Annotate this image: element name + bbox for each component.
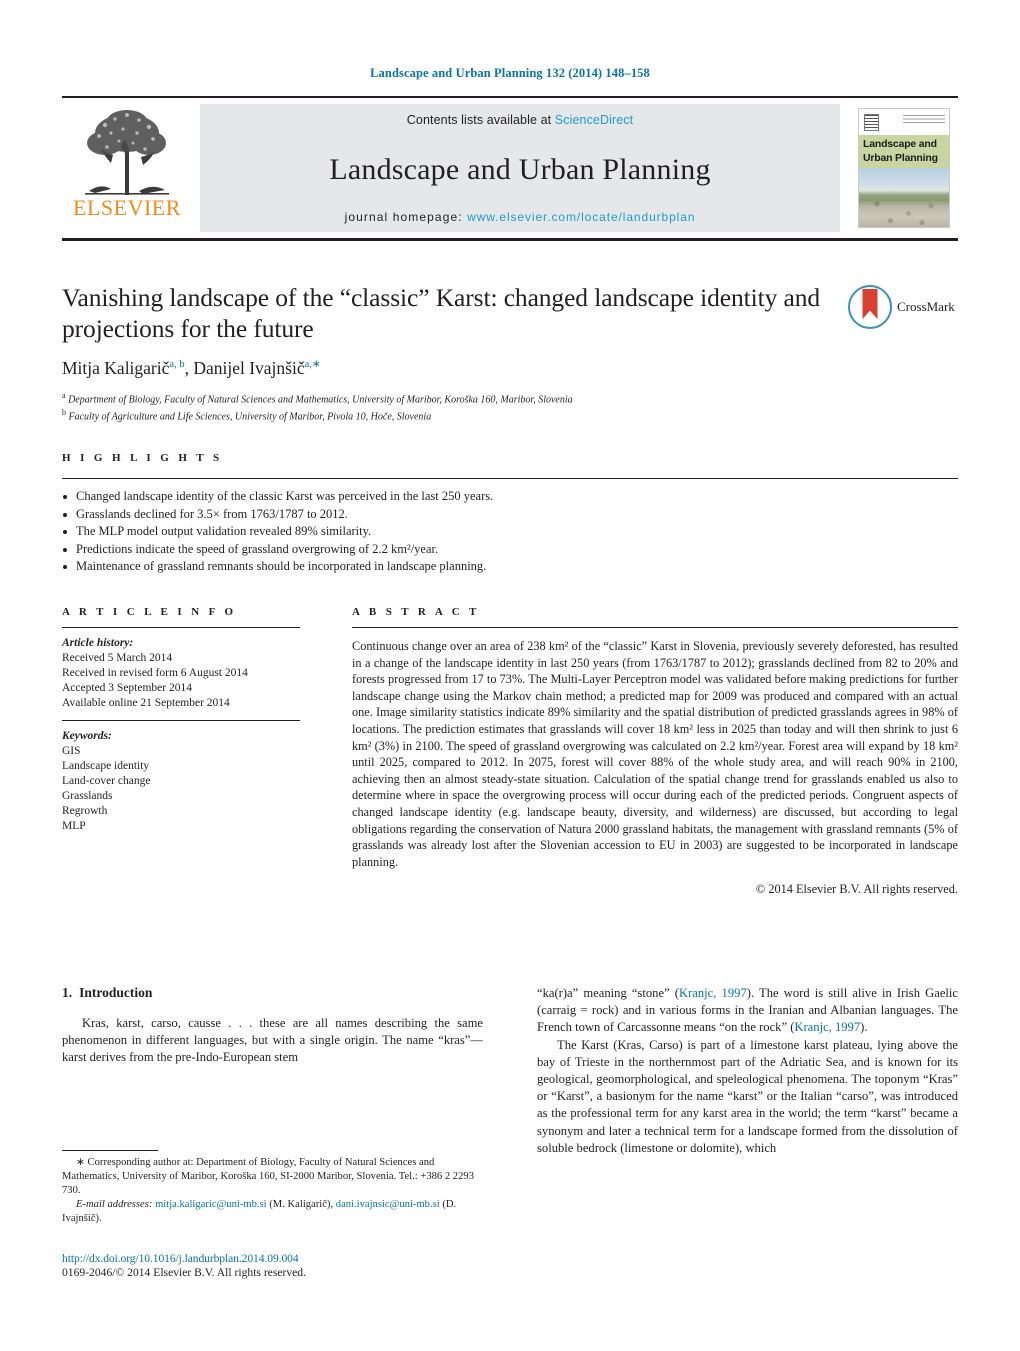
highlights-divider <box>62 478 958 479</box>
footnote-marker: ∗ <box>76 1157 85 1168</box>
elsevier-tree-icon <box>85 110 169 195</box>
affiliation-b: b Faculty of Agriculture and Life Scienc… <box>62 406 958 423</box>
highlights-heading: H I G H L I G H T S <box>62 452 223 464</box>
abstract-section: A B S T R A C T Continuous change over a… <box>352 606 958 897</box>
keywords-block: Keywords: GIS Landscape identity Land-co… <box>62 729 300 834</box>
article-history-label: Article history: <box>62 637 134 649</box>
article-info-divider-top <box>62 627 300 628</box>
cover-title-line-2: Urban Planning <box>863 152 938 164</box>
journal-homepage-line: journal homepage: www.elsevier.com/locat… <box>345 210 696 224</box>
column-gap <box>483 985 537 1157</box>
crossmark-badge-group[interactable]: CrossMark <box>848 284 958 330</box>
section-number: 1. <box>62 985 73 1000</box>
body-columns: 1. Introduction Kras, karst, carso, causs… <box>62 985 958 1157</box>
citation-link[interactable]: Kranjc, 1997 <box>794 1020 860 1034</box>
article-history-item: Accepted 3 September 2014 <box>62 682 192 694</box>
keyword-item: Grasslands <box>62 790 113 802</box>
article-info-heading: A R T I C L E I N F O <box>62 606 237 618</box>
list-item: Grasslands declined for 3.5× from 1763/1… <box>62 506 958 524</box>
article-info-section: A R T I C L E I N F O Article history: R… <box>62 606 300 897</box>
keyword-item: Land-cover change <box>62 775 151 787</box>
paragraph: Kras, karst, carso, causse . . . these a… <box>62 1016 483 1065</box>
list-item: Changed landscape identity of the classi… <box>62 488 958 506</box>
keyword-item: GIS <box>62 745 81 757</box>
sciencedirect-link[interactable]: ScienceDirect <box>555 113 633 127</box>
journal-article-page: Landscape and Urban Planning 132 (2014) … <box>0 0 1020 1351</box>
keyword-item: Regrowth <box>62 805 108 817</box>
info-abstract-row: A R T I C L E I N F O Article history: R… <box>62 606 958 897</box>
article-info-divider-mid <box>62 720 300 721</box>
list-item: Maintenance of grassland remnants should… <box>62 558 958 576</box>
affiliation-marker-b: b <box>62 408 66 418</box>
abstract-heading: A B S T R A C T <box>352 606 480 618</box>
body-column-right: “ka(r)a” meaning “stone” (Kranjc, 1997).… <box>537 985 958 1157</box>
citation-link[interactable]: Kranjc, 1997 <box>679 986 747 1000</box>
crossmark-label: CrossMark <box>897 299 955 314</box>
cover-title-band: Landscape and Urban Planning <box>859 135 949 168</box>
column-gap <box>300 606 352 897</box>
homepage-prefix: journal homepage: <box>344 210 463 224</box>
title-block: Vanishing landscape of the “classic” Kar… <box>62 282 958 424</box>
abstract-copyright: © 2014 Elsevier B.V. All rights reserved… <box>755 882 958 897</box>
corresponding-author-text: Corresponding author at: Department of B… <box>62 1157 474 1196</box>
cover-title-line-1: Landscape and <box>863 138 937 150</box>
section-heading-introduction: 1. Introduction <box>62 985 483 1001</box>
paragraph: The Karst (Kras, Carso) is part of a lim… <box>537 1037 958 1155</box>
masthead-center-panel: Contents lists available at ScienceDirec… <box>200 104 840 232</box>
list-item: The MLP model output validation revealed… <box>62 523 958 541</box>
journal-homepage-link[interactable]: www.elsevier.com/locate/landurbplan <box>467 210 695 224</box>
journal-title: Landscape and Urban Planning <box>329 152 711 186</box>
body-column-left: 1. Introduction Kras, karst, carso, causs… <box>62 985 483 1157</box>
affiliation-text-a: Department of Biology, Faculty of Natura… <box>68 394 573 406</box>
doi-block: http://dx.doi.org/10.1016/j.landurbplan.… <box>62 1252 483 1279</box>
contents-prefix: Contents lists available at <box>406 113 555 127</box>
issn-copyright-line: 0169-2046/© 2014 Elsevier B.V. All right… <box>62 1266 306 1279</box>
affiliation-list: a Department of Biology, Faculty of Natu… <box>62 389 958 424</box>
email-link-1[interactable]: mitja.kaligaric@uni-mb.si <box>155 1199 267 1210</box>
journal-cover-thumbnail: Landscape and Urban Planning <box>850 98 958 238</box>
cover-masthead-text-decor <box>903 115 945 124</box>
footnote-block: ∗ Corresponding author at: Department of… <box>62 1150 483 1226</box>
section-title: Introduction <box>79 985 153 1000</box>
keyword-item: Landscape identity <box>62 760 150 772</box>
elsevier-logo: ELSEVIER <box>62 98 192 238</box>
journal-masthead: ELSEVIER Contents lists available at Sci… <box>62 96 958 241</box>
email-addresses-note: E-mail addresses: mitja.kaligaric@uni-mb… <box>62 1198 483 1226</box>
keywords-label: Keywords: <box>62 730 112 742</box>
email-link-2[interactable]: dani.ivajnsic@uni-mb.si <box>336 1199 440 1210</box>
article-history-item: Received 5 March 2014 <box>62 652 173 664</box>
paragraph: “ka(r)a” meaning “stone” (Kranjc, 1997).… <box>537 985 958 1037</box>
crossmark-icon[interactable] <box>848 285 892 329</box>
corresponding-author-note: ∗ Corresponding author at: Department of… <box>62 1156 483 1198</box>
cover-publisher-logo-icon <box>864 114 879 131</box>
affiliation-a: a Department of Biology, Faculty of Natu… <box>62 389 958 406</box>
abstract-text: Continuous change over an area of 238 km… <box>352 639 958 869</box>
elsevier-wordmark: ELSEVIER <box>73 195 181 220</box>
doi-link[interactable]: http://dx.doi.org/10.1016/j.landurbplan.… <box>62 1252 483 1265</box>
keyword-item: MLP <box>62 820 86 832</box>
text-run: ). <box>860 1020 868 1035</box>
email-owner-1: (M. Kaligarič), <box>269 1199 334 1210</box>
highlights-list: Changed landscape identity of the classi… <box>62 488 958 576</box>
article-history-item: Available online 21 September 2014 <box>62 697 230 709</box>
highlights-section: H I G H L I G H T S Changed landscape id… <box>62 452 958 576</box>
article-history-block: Article history: Received 5 March 2014 R… <box>62 636 300 711</box>
article-history-item: Received in revised form 6 August 2014 <box>62 667 248 679</box>
text-run: “ka(r)a” meaning “stone” ( <box>537 986 679 1000</box>
footnote-rule <box>62 1150 158 1151</box>
author-list: Mitja Kaligariča, b, Danijel Ivajnšiča,∗ <box>62 358 321 378</box>
email-label: E-mail addresses: <box>76 1199 153 1210</box>
running-head: Landscape and Urban Planning 132 (2014) … <box>370 66 650 80</box>
affiliation-marker-a: a <box>62 391 66 400</box>
list-item: Predictions indicate the speed of grassl… <box>62 541 958 559</box>
affiliation-text-b: Faculty of Agriculture and Life Sciences… <box>68 411 432 423</box>
page-title: Vanishing landscape of the “classic” Kar… <box>62 283 821 343</box>
abstract-divider <box>352 627 958 628</box>
cover-photo-karst-landscape <box>859 168 949 227</box>
contents-list-line: Contents lists available at ScienceDirec… <box>407 113 633 127</box>
